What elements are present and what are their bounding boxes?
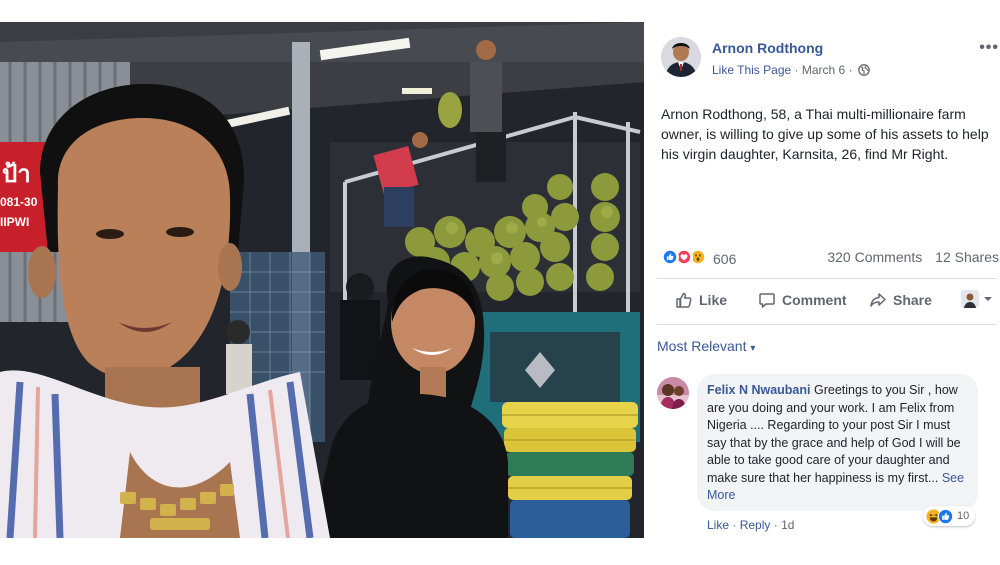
post-photo[interactable]: ป้า 081-30 IIPWI xyxy=(0,22,644,538)
comment-actions-dot: · xyxy=(732,518,737,532)
comments-filter-label: Most Relevant xyxy=(657,338,747,354)
like-button-label: Like xyxy=(699,292,728,308)
sign-text-bottom: IIPWI xyxy=(0,215,29,229)
post-header: Arnon Rodthong Like This Page · March 6 … xyxy=(661,37,998,87)
share-button-label: Share xyxy=(893,292,932,308)
post-actions-bar: Like Comment Share xyxy=(661,288,1000,314)
comment-bubble: Felix N Nwaubani Greetings to you Sir , … xyxy=(697,374,978,511)
divider-top xyxy=(657,278,997,279)
reaction-count: 606 xyxy=(713,251,737,267)
comment-actions: Like · Reply · 1d xyxy=(707,518,794,532)
post-author-name[interactable]: Arnon Rodthong xyxy=(712,40,823,56)
post-date[interactable]: March 6 xyxy=(802,63,845,77)
comment-reply-link[interactable]: Reply xyxy=(740,518,771,532)
comment-actions-dot-2: · xyxy=(773,518,778,532)
divider-bottom xyxy=(657,324,997,325)
comment-button[interactable]: Comment xyxy=(758,291,847,309)
like-reaction-icon xyxy=(661,248,679,266)
commenter-name[interactable]: Felix N Nwaubani xyxy=(707,383,811,397)
comment-reactions[interactable]: 10 xyxy=(923,506,976,526)
sign-text-number: 081-30 xyxy=(0,195,38,209)
shares-count-link[interactable]: 12 Shares xyxy=(935,249,999,265)
post-panel: Arnon Rodthong Like This Page · March 6 … xyxy=(645,22,1000,538)
share-button[interactable]: Share xyxy=(869,291,932,309)
like-button[interactable]: Like xyxy=(675,291,727,309)
chevron-down-icon: ▾ xyxy=(750,343,756,354)
comments-filter-dropdown[interactable]: Most Relevant ▾ xyxy=(657,338,755,354)
sign-text-top: ป้า xyxy=(2,161,31,188)
meta-separator-2: · xyxy=(848,63,853,77)
comment-age[interactable]: 1d xyxy=(781,518,794,532)
page-avatar[interactable] xyxy=(661,37,701,77)
comment-item: Felix N Nwaubani Greetings to you Sir , … xyxy=(657,374,1000,534)
comment-button-label: Comment xyxy=(782,292,847,308)
like-this-page-link[interactable]: Like This Page xyxy=(712,63,791,77)
comment-reaction-count: 10 xyxy=(957,510,970,522)
engagement-counts: 320 Comments 12 Shares xyxy=(827,249,999,265)
share-arrow-icon xyxy=(870,293,886,307)
more-options-icon[interactable]: ••• xyxy=(979,39,999,57)
like-reaction-small-icon xyxy=(938,508,953,524)
dropdown-caret-icon xyxy=(984,297,992,301)
actor-avatar-icon xyxy=(961,290,979,308)
post-text: Arnon Rodthong, 58, a Thai multi-million… xyxy=(661,106,989,162)
globe-icon xyxy=(858,64,870,76)
meta-separator: · xyxy=(794,63,799,77)
photo-image: ป้า 081-30 IIPWI xyxy=(0,22,644,538)
comment-text: Greetings to you Sir , how are you doing… xyxy=(707,383,961,485)
comment-bubble-icon xyxy=(759,293,775,308)
post-stats: 606 320 Comments 12 Shares xyxy=(661,246,1000,268)
comments-count-link[interactable]: 320 Comments xyxy=(827,249,922,265)
post-meta: Like This Page · March 6 · xyxy=(712,63,870,77)
actor-switcher[interactable] xyxy=(961,290,993,308)
commenter-avatar[interactable] xyxy=(657,377,689,409)
comment-like-link[interactable]: Like xyxy=(707,518,729,532)
thumbs-up-icon xyxy=(676,292,692,308)
